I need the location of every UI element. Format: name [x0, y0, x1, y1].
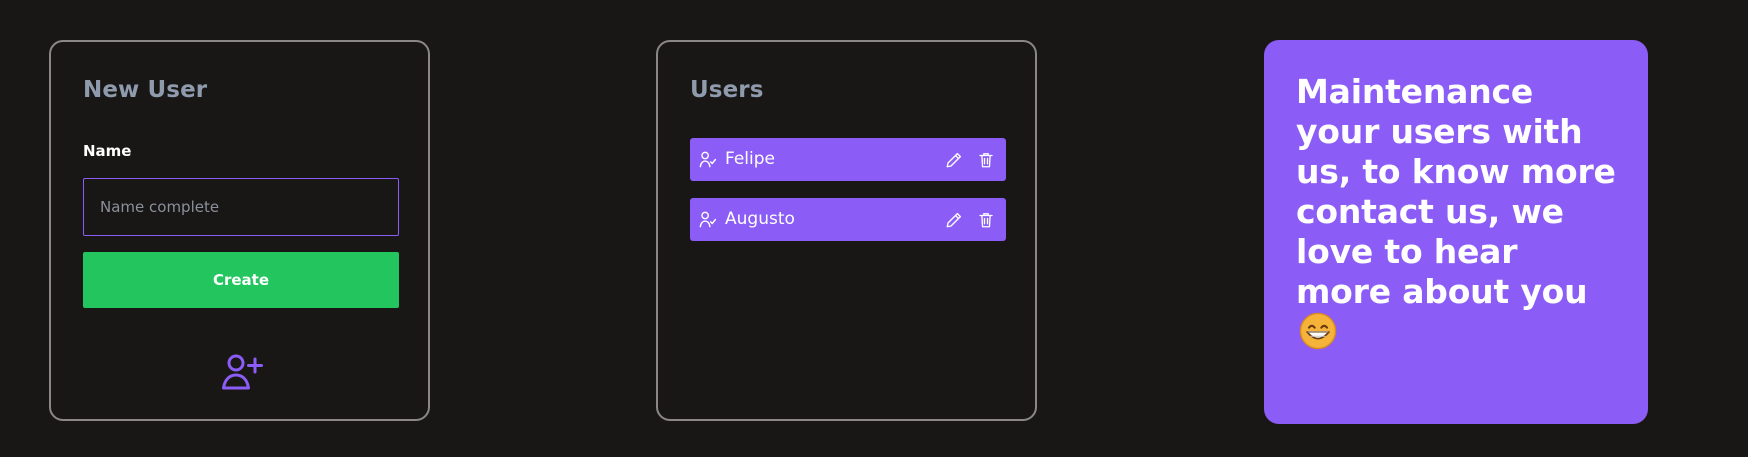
delete-user-button[interactable] [974, 148, 998, 172]
grinning-face-icon [1299, 312, 1337, 350]
users-card: Users Felipe Augusto [656, 40, 1037, 421]
name-input[interactable] [83, 178, 399, 236]
new-user-card: New User Name Create [49, 40, 430, 421]
user-name: Augusto [725, 209, 795, 229]
name-label: Name [83, 142, 132, 160]
new-user-title: New User [83, 77, 208, 103]
pencil-icon [946, 152, 962, 167]
user-list-item: Augusto [690, 198, 1006, 241]
message-card: Maintenance your users with us, to know … [1264, 40, 1648, 424]
user-name: Felipe [725, 149, 776, 169]
user-list: Felipe Augusto [690, 138, 1006, 258]
user-list-item: Felipe [690, 138, 1006, 181]
users-title: Users [690, 77, 764, 103]
edit-user-button[interactable] [942, 148, 966, 172]
delete-user-button[interactable] [974, 208, 998, 232]
user-plus-icon [222, 354, 263, 390]
edit-user-button[interactable] [942, 208, 966, 232]
user-check-icon [699, 151, 717, 168]
user-check-icon [699, 211, 717, 228]
users-page: New User Name Create Users Felipe [0, 0, 1748, 457]
promo-message-text: Maintenance your users with us, to know … [1296, 72, 1616, 311]
pencil-icon [946, 212, 962, 227]
trash-icon [979, 212, 993, 227]
promo-message: Maintenance your users with us, to know … [1296, 72, 1620, 353]
create-button[interactable]: Create [83, 252, 399, 308]
trash-icon [979, 152, 993, 167]
